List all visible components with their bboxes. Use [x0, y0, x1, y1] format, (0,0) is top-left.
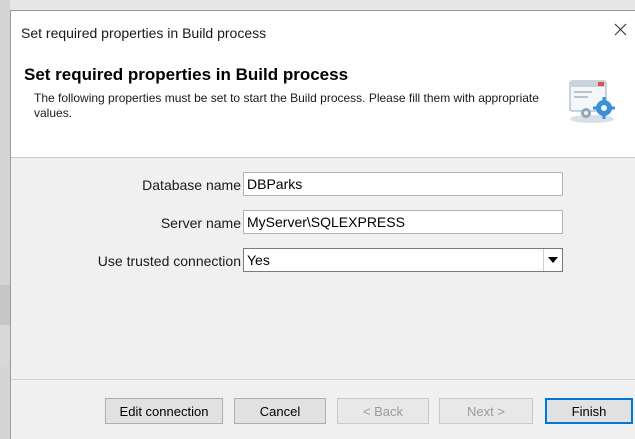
page-description: The following properties must be set to …	[34, 91, 539, 120]
database-name-field[interactable]	[243, 172, 563, 196]
background-strip-segment	[0, 285, 10, 325]
wizard-header: Set required properties in Build process…	[11, 53, 635, 158]
server-name-label: Server name	[160, 215, 241, 231]
window-title: Set required properties in Build process	[21, 25, 267, 41]
trusted-connection-value: Yes	[247, 252, 270, 268]
database-name-label: Database name	[142, 177, 241, 193]
back-button[interactable]: < Back	[337, 398, 429, 424]
background-window-strip	[0, 0, 10, 439]
build-properties-dialog: Set required properties in Build process…	[10, 10, 635, 439]
dropdown-button[interactable]	[543, 249, 562, 271]
close-icon	[614, 23, 627, 36]
close-button[interactable]	[607, 15, 635, 43]
title-bar: Set required properties in Build process	[11, 11, 635, 53]
chevron-down-icon	[548, 257, 558, 263]
page-title: Set required properties in Build process	[24, 65, 349, 84]
finish-button[interactable]: Finish	[545, 398, 633, 424]
trusted-connection-label: Use trusted connection	[97, 253, 241, 269]
cancel-button[interactable]: Cancel	[234, 398, 326, 424]
background-strip-segment	[0, 325, 10, 365]
wizard-settings-icon	[569, 80, 615, 123]
server-name-field[interactable]	[243, 210, 563, 234]
next-button[interactable]: Next >	[439, 398, 533, 424]
edit-connection-button[interactable]: Edit connection	[105, 398, 223, 424]
trusted-connection-select[interactable]: Yes	[243, 248, 563, 272]
